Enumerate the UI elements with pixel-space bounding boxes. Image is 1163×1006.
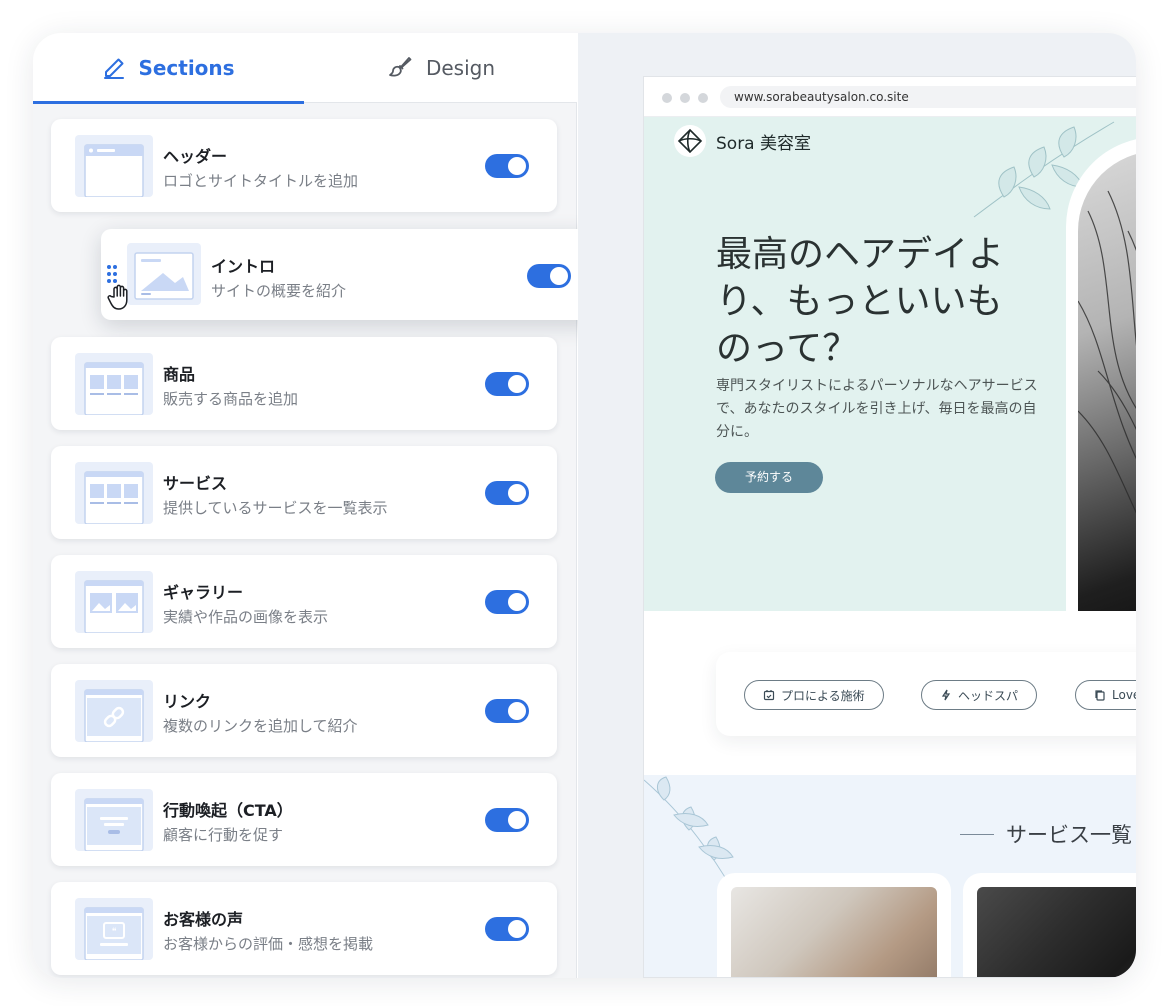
section-description: ロゴとサイトタイトルを追加	[163, 172, 359, 190]
pencil-icon	[104, 58, 125, 79]
section-description: お客様からの評価・感想を掲載	[163, 935, 374, 953]
section-title: 行動喚起（CTA）	[163, 801, 293, 820]
feature-pill[interactable]: プロによる施術	[744, 680, 884, 710]
section-card-services[interactable]: サービス 提供しているサービスを一覧表示	[51, 446, 557, 539]
browser-window: www.sorabeautysalon.co.site Sora 美容室 最高の…	[643, 76, 1136, 978]
grab-hand-icon	[107, 284, 128, 310]
cta-thumbnail-icon	[75, 789, 153, 852]
feature-pills-bar: プロによる施術 ヘッドスパ Love	[716, 652, 1136, 736]
section-card-header[interactable]: ヘッダー ロゴとサイトタイトルを追加	[51, 119, 557, 212]
section-title: ギャラリー	[163, 583, 244, 602]
section-toggle[interactable]	[485, 154, 529, 178]
section-description: 販売する商品を追加	[163, 390, 299, 408]
links-thumbnail-icon	[75, 680, 153, 743]
section-toggle[interactable]	[485, 590, 529, 614]
hero-section: Sora 美容室 最高のヘアデイより、もっといいものって？ 専門スタイリストによ…	[644, 117, 1136, 611]
hero-subtext: 専門スタイリストによるパーソナルなヘアサービスで、あなたのスタイルを引き上げ、毎…	[716, 378, 1038, 440]
section-description: サイトの概要を紹介	[211, 282, 347, 300]
svg-text:❝: ❝	[112, 927, 117, 937]
feature-pill-label: Love	[1112, 688, 1136, 702]
paintbrush-icon	[389, 57, 412, 77]
hero-headline: 最高のヘアデイより、もっといいものって？	[716, 234, 1005, 369]
services-thumbnail-icon	[75, 462, 153, 525]
services-section: サービス一覧	[644, 775, 1136, 977]
section-card-links[interactable]: リンク 複数のリンクを追加して紹介	[51, 664, 557, 757]
tab-bar: Sections Design	[33, 33, 577, 104]
section-description: 実績や作品の画像を表示	[163, 608, 329, 626]
hero-photo	[1078, 151, 1136, 611]
active-tab-underline	[33, 101, 304, 104]
lightning-icon	[941, 689, 951, 701]
section-card-products[interactable]: 商品 販売する商品を追加	[51, 337, 557, 430]
section-toggle[interactable]	[485, 481, 529, 505]
section-card-cta[interactable]: 行動喚起（CTA） 顧客に行動を促す	[51, 773, 557, 866]
tab-design[interactable]: Design	[304, 33, 577, 103]
feature-pill-label: ヘッドスパ	[958, 688, 1019, 703]
section-title: 商品	[163, 365, 196, 384]
section-description: 顧客に行動を促す	[163, 826, 284, 844]
window-dot-icon	[698, 93, 708, 103]
service-card[interactable]	[963, 873, 1136, 977]
gallery-thumbnail-icon	[75, 571, 153, 634]
feature-pill-label: プロによる施術	[781, 688, 865, 703]
section-toggle[interactable]	[485, 699, 529, 723]
services-heading: サービス一覧	[960, 819, 1132, 849]
section-toggle[interactable]	[527, 264, 571, 288]
products-thumbnail-icon	[75, 353, 153, 416]
window-dot-icon	[662, 93, 672, 103]
logo-icon	[674, 125, 706, 157]
reserve-button[interactable]: 予約する	[715, 462, 823, 493]
service-photo-wash	[977, 887, 1136, 977]
intro-thumbnail-icon	[127, 243, 201, 305]
section-toggle[interactable]	[485, 917, 529, 941]
testimonials-thumbnail-icon: ❝	[75, 898, 153, 961]
section-card-intro[interactable]: イントロ サイトの概要を紹介	[101, 229, 597, 320]
feature-pill[interactable]: Love	[1075, 680, 1136, 710]
section-description: 複数のリンクを追加して紹介	[163, 717, 358, 735]
url-bar[interactable]: www.sorabeautysalon.co.site	[720, 86, 1136, 108]
window-dot-icon	[680, 93, 690, 103]
sections-panel: Sections Design ヘッダー ロゴとサイトタイトルを追加 イントロ …	[33, 33, 597, 978]
site-brand[interactable]: Sora 美容室	[674, 125, 811, 157]
section-title: リンク	[163, 692, 212, 711]
feature-pill[interactable]: ヘッドスパ	[921, 680, 1038, 710]
copy-icon	[1095, 690, 1105, 701]
tab-design-label: Design	[425, 56, 496, 80]
section-title: サービス	[163, 474, 228, 493]
services-heading-text: サービス一覧	[1006, 823, 1132, 847]
section-card-testimonials[interactable]: ❝ お客様の声 お客様からの評価・感想を掲載	[51, 882, 557, 975]
service-photo-coloring	[731, 887, 937, 977]
header-thumbnail-icon	[75, 135, 153, 198]
site-preview-pane: www.sorabeautysalon.co.site Sora 美容室 最高の…	[578, 33, 1136, 978]
service-card[interactable]	[717, 873, 951, 977]
calendar-check-icon	[763, 690, 775, 701]
app-frame: Sections Design ヘッダー ロゴとサイトタイトルを追加 イントロ …	[33, 33, 1136, 978]
section-card-gallery[interactable]: ギャラリー 実績や作品の画像を表示	[51, 555, 557, 648]
section-title: イントロ	[211, 257, 276, 276]
tab-sections-label: Sections	[138, 56, 235, 80]
section-title: お客様の声	[163, 910, 244, 929]
section-title: ヘッダー	[163, 147, 228, 166]
section-toggle[interactable]	[485, 372, 529, 396]
section-description: 提供しているサービスを一覧表示	[163, 499, 388, 517]
browser-chrome: www.sorabeautysalon.co.site	[644, 77, 1136, 117]
section-toggle[interactable]	[485, 808, 529, 832]
drag-handle-icon[interactable]	[107, 265, 119, 285]
site-brand-name: Sora 美容室	[716, 133, 812, 154]
heading-rule	[960, 833, 994, 835]
tab-sections[interactable]: Sections	[33, 33, 304, 104]
